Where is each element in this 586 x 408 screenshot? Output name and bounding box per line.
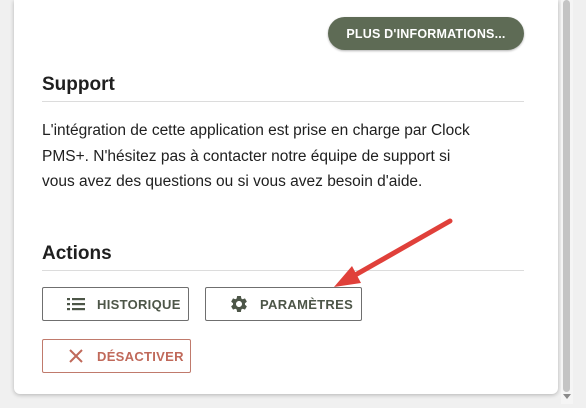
app-frame: PLUS D'INFORMATIONS... Support L'intégra… <box>0 0 586 408</box>
annotation-arrow-icon <box>334 218 453 287</box>
